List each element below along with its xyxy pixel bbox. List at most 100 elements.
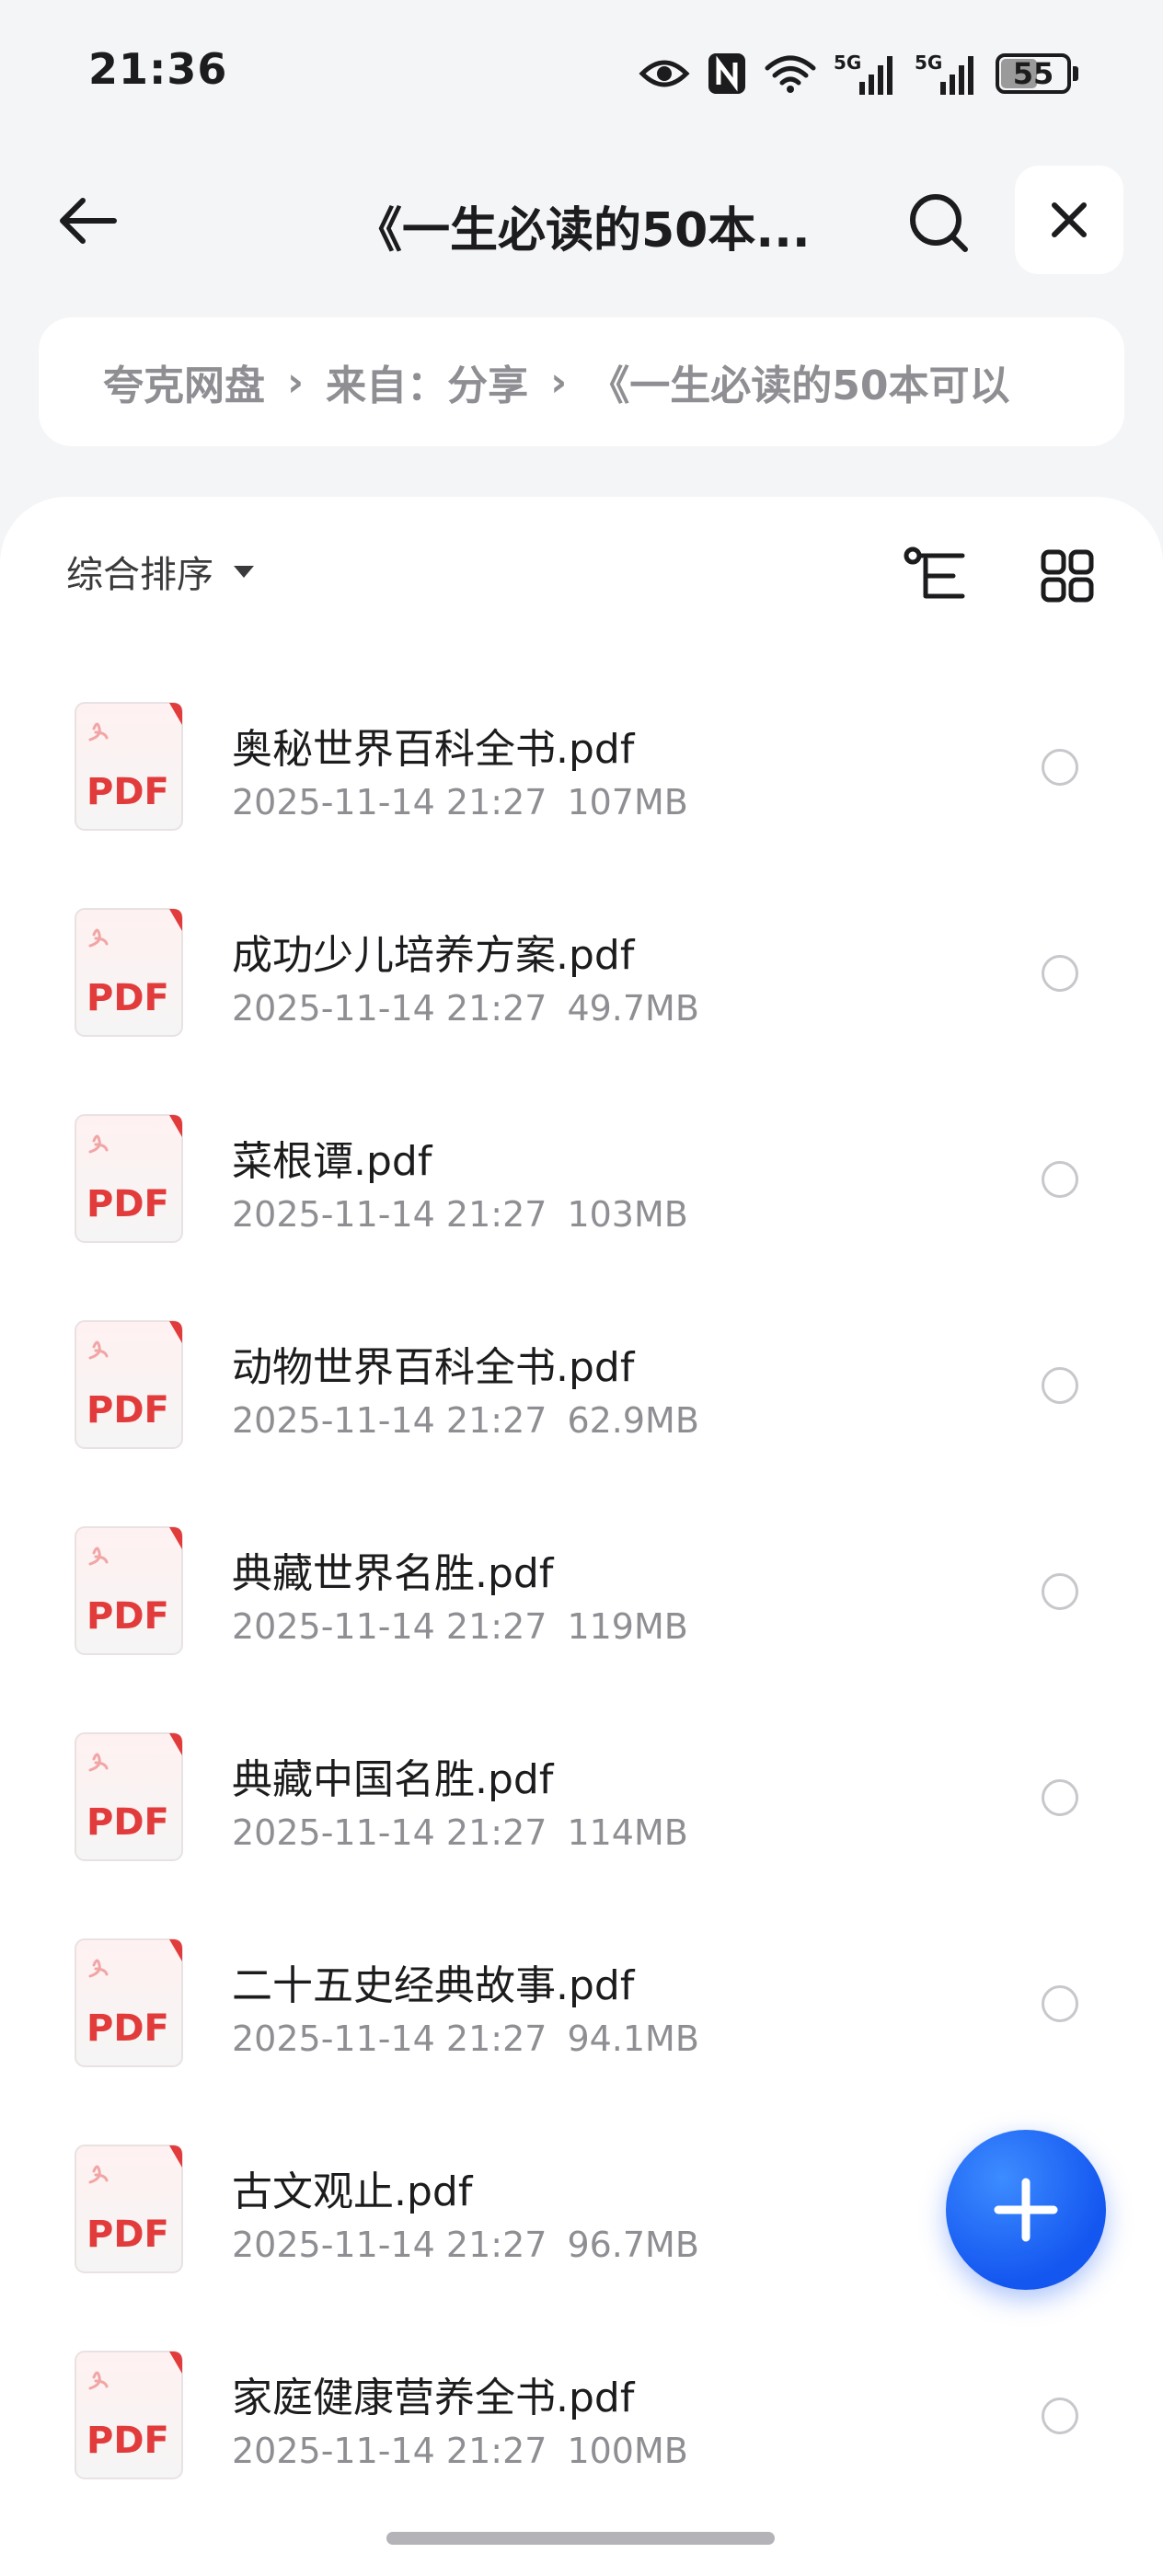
select-checkbox[interactable] (1042, 1367, 1078, 1404)
file-row[interactable]: PDF 家庭健康营养全书.pdf 2025-11-14 21:27 100MB (0, 2318, 1163, 2524)
file-date: 2025-11-14 21:27 (232, 1606, 547, 1647)
home-indicator[interactable] (386, 2532, 775, 2545)
grid-view-button[interactable] (1031, 539, 1104, 613)
file-meta: 2025-11-14 21:27 62.9MB (232, 1400, 699, 1441)
nfc-icon (708, 53, 745, 94)
breadcrumb-separator: › (287, 358, 305, 406)
svg-text:PDF: PDF (86, 1595, 169, 1638)
sort-button[interactable]: 综合排序 (66, 545, 256, 598)
breadcrumb-separator: › (550, 358, 568, 406)
file-row[interactable]: PDF 动物世界百科全书.pdf 2025-11-14 21:27 62.9MB (0, 1288, 1163, 1494)
file-meta: 2025-11-14 21:27 107MB (232, 782, 688, 822)
file-name: 菜根谭.pdf (232, 1138, 432, 1185)
arrow-left-icon (60, 198, 117, 244)
breadcrumb-fade (1042, 317, 1124, 446)
pdf-file-icon: PDF (75, 1114, 183, 1243)
file-date: 2025-11-14 21:27 (232, 988, 547, 1029)
pdf-file-icon: PDF (75, 1938, 183, 2067)
file-size: 119MB (567, 1606, 688, 1647)
file-meta: 2025-11-14 21:27 100MB (232, 2431, 688, 2471)
plus-icon (994, 2178, 1058, 2242)
file-size: 49.7MB (567, 988, 699, 1029)
pdf-file-icon: PDF (75, 2145, 183, 2273)
svg-text:PDF: PDF (86, 977, 169, 1019)
search-icon (910, 194, 968, 252)
wifi-icon (765, 55, 816, 93)
list-toolbar: 综合排序 (0, 497, 1163, 644)
file-meta: 2025-11-14 21:27 94.1MB (232, 2018, 699, 2059)
file-name: 二十五史经典故事.pdf (232, 1962, 635, 2009)
file-date: 2025-11-14 21:27 (232, 2018, 547, 2059)
file-name: 家庭健康营养全书.pdf (232, 2375, 635, 2421)
svg-text:PDF: PDF (86, 2420, 169, 2462)
file-name: 成功少儿培养方案.pdf (232, 932, 635, 979)
svg-text:PDF: PDF (86, 1183, 169, 1225)
file-date: 2025-11-14 21:27 (232, 1812, 547, 1853)
file-meta: 2025-11-14 21:27 114MB (232, 1812, 688, 1853)
svg-text:PDF: PDF (86, 1801, 169, 1844)
battery-icon: 55 (996, 53, 1078, 94)
file-row[interactable]: PDF 二十五史经典故事.pdf 2025-11-14 21:27 94.1MB (0, 1906, 1163, 2112)
search-button[interactable] (897, 186, 980, 259)
pdf-file-icon: PDF (75, 702, 183, 831)
file-meta: 2025-11-14 21:27 49.7MB (232, 988, 699, 1029)
pdf-file-icon: PDF (75, 2351, 183, 2479)
breadcrumb-item-share[interactable]: 来自：分享 (326, 352, 528, 411)
close-icon (1052, 202, 1087, 237)
svg-text:5G: 5G (915, 52, 942, 74)
back-button[interactable] (46, 184, 129, 258)
add-button[interactable] (946, 2130, 1106, 2290)
file-name: 奥秘世界百科全书.pdf (232, 726, 635, 773)
file-date: 2025-11-14 21:27 (232, 1400, 547, 1441)
file-size: 100MB (567, 2431, 688, 2471)
file-size: 62.9MB (567, 1400, 699, 1441)
pdf-file-icon: PDF (75, 1320, 183, 1449)
file-row[interactable]: PDF 奥秘世界百科全书.pdf 2025-11-14 21:27 107MB (0, 670, 1163, 876)
page-title: 《一生必读的50本... (354, 203, 811, 259)
svg-text:PDF: PDF (86, 2214, 169, 2256)
select-checkbox[interactable] (1042, 749, 1078, 786)
file-name: 动物世界百科全书.pdf (232, 1344, 635, 1391)
file-size: 103MB (567, 1194, 688, 1235)
breadcrumb: 夸克网盘 › 来自：分享 › 《一生必读的50本可以 (39, 317, 1124, 446)
select-checkbox[interactable] (1042, 1161, 1078, 1198)
caret-down-icon (234, 566, 254, 578)
close-button[interactable] (1015, 166, 1123, 274)
status-bar: 21:36 5G 5G 55 (0, 0, 1163, 138)
header: 《一生必读的50本... (0, 156, 1163, 285)
file-date: 2025-11-14 21:27 (232, 782, 547, 822)
svg-text:PDF: PDF (86, 2007, 169, 2050)
file-size: 94.1MB (567, 2018, 699, 2059)
file-size: 96.7MB (567, 2225, 699, 2265)
tree-view-button[interactable] (900, 539, 973, 613)
file-meta: 2025-11-14 21:27 119MB (232, 1606, 688, 1647)
5g-signal-icon: 5G (915, 52, 973, 95)
file-date: 2025-11-14 21:27 (232, 1194, 547, 1235)
breadcrumb-item-current: 《一生必读的50本可以 (589, 362, 1010, 409)
pdf-file-icon: PDF (75, 1732, 183, 1861)
file-row[interactable]: PDF 典藏中国名胜.pdf 2025-11-14 21:27 114MB (0, 1700, 1163, 1906)
sort-label: 综合排序 (66, 554, 213, 596)
file-row[interactable]: PDF 成功少儿培养方案.pdf 2025-11-14 21:27 49.7MB (0, 876, 1163, 1082)
quark-drive-share-folder: 21:36 5G 5G 55 《一生必读的50本... 夸克网盘 › 来自：分享… (0, 0, 1163, 2576)
file-size: 107MB (567, 782, 688, 822)
file-date: 2025-11-14 21:27 (232, 2225, 547, 2265)
file-date: 2025-11-14 21:27 (232, 2431, 547, 2471)
file-name: 典藏中国名胜.pdf (232, 1756, 554, 1803)
battery-level: 55 (1012, 56, 1054, 91)
breadcrumb-item-root[interactable]: 夸克网盘 (103, 352, 265, 411)
select-checkbox[interactable] (1042, 1573, 1078, 1610)
file-row[interactable]: PDF 典藏世界名胜.pdf 2025-11-14 21:27 119MB (0, 1494, 1163, 1700)
status-icons: 5G 5G 55 (639, 46, 1078, 101)
status-time: 21:36 (88, 44, 228, 94)
select-checkbox[interactable] (1042, 2398, 1078, 2434)
file-row[interactable]: PDF 菜根谭.pdf 2025-11-14 21:27 103MB (0, 1082, 1163, 1288)
select-checkbox[interactable] (1042, 955, 1078, 992)
file-size: 114MB (567, 1812, 688, 1853)
file-meta: 2025-11-14 21:27 103MB (232, 1194, 688, 1235)
select-checkbox[interactable] (1042, 1985, 1078, 2022)
select-checkbox[interactable] (1042, 1779, 1078, 1816)
5g-signal-icon: 5G (834, 52, 892, 95)
file-name: 典藏世界名胜.pdf (232, 1550, 554, 1597)
grid-view-icon (1041, 549, 1094, 603)
